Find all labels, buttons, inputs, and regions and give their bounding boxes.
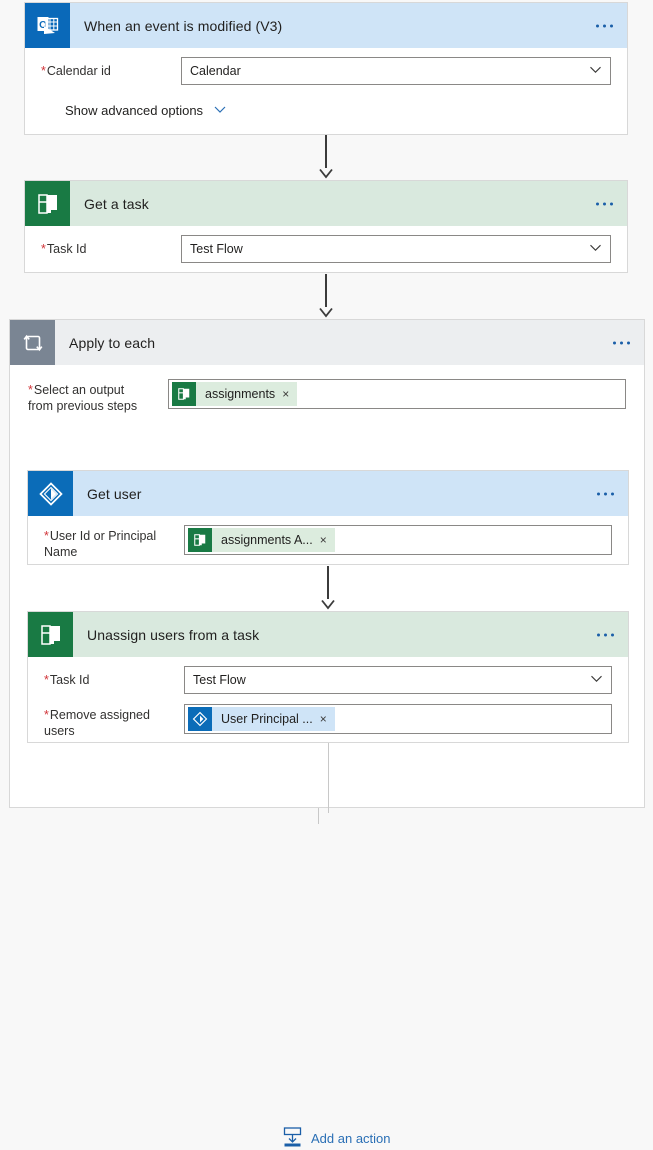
- azure-ad-icon: [28, 471, 73, 516]
- trigger-card-when-an-event-is-modified[interactable]: O When an event is modified (V3) *Calend…: [24, 2, 628, 135]
- flow-designer-canvas: O When an event is modified (V3) *Calend…: [0, 0, 653, 1147]
- show-advanced-options-label: Show advanced options: [65, 103, 204, 118]
- apply-to-each-body: *Select an output from previous steps as…: [10, 365, 644, 1147]
- action-card-get-a-task[interactable]: Get a task *Task Id Test Flow: [24, 180, 628, 273]
- trigger-card-body: *Calendar id Calendar Show advanced opti…: [25, 48, 627, 131]
- field-row-calendar-id: *Calendar id Calendar: [41, 48, 611, 94]
- remove-assigned-users-token-field[interactable]: User Principal ... ×: [184, 704, 612, 734]
- get-user-card-header[interactable]: Get user: [28, 471, 628, 516]
- unassign-users-card-title: Unassign users from a task: [87, 626, 260, 643]
- unassign-users-card-header[interactable]: Unassign users from a task: [28, 612, 628, 657]
- token-remove-icon[interactable]: ×: [320, 534, 335, 546]
- calendar-id-control: Calendar: [181, 57, 611, 85]
- unassign-users-card-body: *Task Id Test Flow *Remove assigned user…: [28, 657, 628, 748]
- connector-get-task-to-apply-to-each: [318, 274, 334, 318]
- remove-assigned-users-label: *Remove assigned users: [44, 708, 150, 738]
- trigger-card-title: When an event is modified (V3): [84, 17, 283, 34]
- required-asterisk: *: [44, 529, 49, 543]
- required-asterisk: *: [41, 64, 46, 78]
- unassign-users-more-commands-button[interactable]: [597, 633, 614, 636]
- field-row-task-id: *Task Id Test Flow: [41, 226, 611, 272]
- trigger-card-header[interactable]: O When an event is modified (V3): [25, 3, 627, 48]
- azure-ad-icon: [188, 707, 212, 731]
- unassign-task-id-control: Test Flow: [184, 666, 612, 694]
- token-user-principal-name[interactable]: User Principal ... ×: [188, 707, 335, 731]
- token-assignments[interactable]: assignments ×: [172, 382, 298, 406]
- user-id-token-field[interactable]: assignments A... ×: [184, 525, 612, 555]
- token-label: assignments: [205, 387, 276, 401]
- task-id-dropdown[interactable]: Test Flow: [181, 235, 611, 263]
- token-remove-icon[interactable]: ×: [320, 713, 335, 725]
- required-asterisk: *: [41, 242, 46, 256]
- connector-below-apply-to-each: [318, 808, 319, 824]
- required-asterisk: *: [44, 673, 49, 687]
- chevron-down-icon: [213, 102, 227, 119]
- select-an-output-label: *Select an output from previous steps: [28, 383, 138, 413]
- get-user-card-body: *User Id or Principal Name assignments A…: [28, 516, 628, 569]
- token-remove-icon[interactable]: ×: [282, 388, 297, 400]
- scope-card-apply-to-each[interactable]: Apply to each *Select an output from pre…: [9, 319, 645, 1147]
- calendar-id-dropdown[interactable]: Calendar: [181, 57, 611, 85]
- planner-icon: [188, 528, 212, 552]
- planner-icon: [25, 181, 70, 226]
- planner-icon: [28, 612, 73, 657]
- add-an-action-button[interactable]: Add an action: [283, 1127, 391, 1150]
- required-asterisk: *: [28, 383, 33, 397]
- get-user-card-title: Get user: [87, 485, 142, 502]
- outlook-icon: O: [25, 3, 70, 48]
- task-id-label: *Task Id: [41, 242, 87, 256]
- show-advanced-options-toggle[interactable]: Show advanced options: [41, 94, 611, 131]
- unassign-task-id-label: *Task Id: [44, 673, 90, 687]
- add-action-icon: [283, 1127, 302, 1150]
- select-an-output-control: assignments ×: [168, 379, 626, 409]
- loop-icon: [10, 320, 55, 365]
- field-row-remove-assigned-users: *Remove assigned users User Principal ..…: [44, 699, 612, 748]
- connector-trigger-to-get-task: [318, 135, 334, 179]
- task-id-control: Test Flow: [181, 235, 611, 263]
- token-label: User Principal ...: [221, 712, 313, 726]
- planner-icon: [172, 382, 196, 406]
- action-card-unassign-users-from-a-task[interactable]: Unassign users from a task *Task Id Test…: [27, 611, 629, 743]
- trigger-more-commands-button[interactable]: [596, 24, 613, 27]
- field-row-unassign-task-id: *Task Id Test Flow: [44, 657, 612, 699]
- connector-unassign-to-add-action: [328, 743, 329, 813]
- unassign-task-id-dropdown[interactable]: Test Flow: [184, 666, 612, 694]
- token-label: assignments A...: [221, 533, 313, 547]
- unassign-task-id-value: Test Flow: [193, 673, 246, 687]
- get-a-task-card-header[interactable]: Get a task: [25, 181, 627, 226]
- get-user-more-commands-button[interactable]: [597, 492, 614, 495]
- field-row-select-an-output: *Select an output from previous steps as…: [10, 365, 644, 420]
- user-id-or-principal-name-label: *User Id or Principal Name: [44, 529, 157, 559]
- arrow-head-icon: [318, 168, 334, 179]
- apply-to-each-header[interactable]: Apply to each: [10, 320, 644, 365]
- apply-to-each-title: Apply to each: [69, 334, 156, 351]
- arrow-head-icon: [318, 307, 334, 318]
- arrow-head-icon: [320, 599, 336, 610]
- apply-to-each-more-commands-button[interactable]: [613, 341, 630, 344]
- calendar-id-value: Calendar: [190, 64, 241, 78]
- user-id-or-principal-name-control: assignments A... ×: [184, 525, 612, 555]
- remove-assigned-users-control: User Principal ... ×: [184, 704, 612, 734]
- calendar-id-label: *Calendar id: [41, 64, 111, 78]
- get-a-task-card-title: Get a task: [84, 195, 149, 212]
- task-id-value: Test Flow: [190, 242, 243, 256]
- get-a-task-card-body: *Task Id Test Flow: [25, 226, 627, 272]
- action-card-get-user[interactable]: Get user *User Id or Principal Name assi…: [27, 470, 629, 565]
- token-assignments-assigned-by[interactable]: assignments A... ×: [188, 528, 335, 552]
- add-an-action-label: Add an action: [311, 1131, 391, 1146]
- field-row-user-id-or-principal-name: *User Id or Principal Name assignments A…: [44, 516, 612, 569]
- get-a-task-more-commands-button[interactable]: [596, 202, 613, 205]
- connector-get-user-to-unassign: [320, 566, 336, 610]
- select-an-output-token-field[interactable]: assignments ×: [168, 379, 626, 409]
- required-asterisk: *: [44, 708, 49, 722]
